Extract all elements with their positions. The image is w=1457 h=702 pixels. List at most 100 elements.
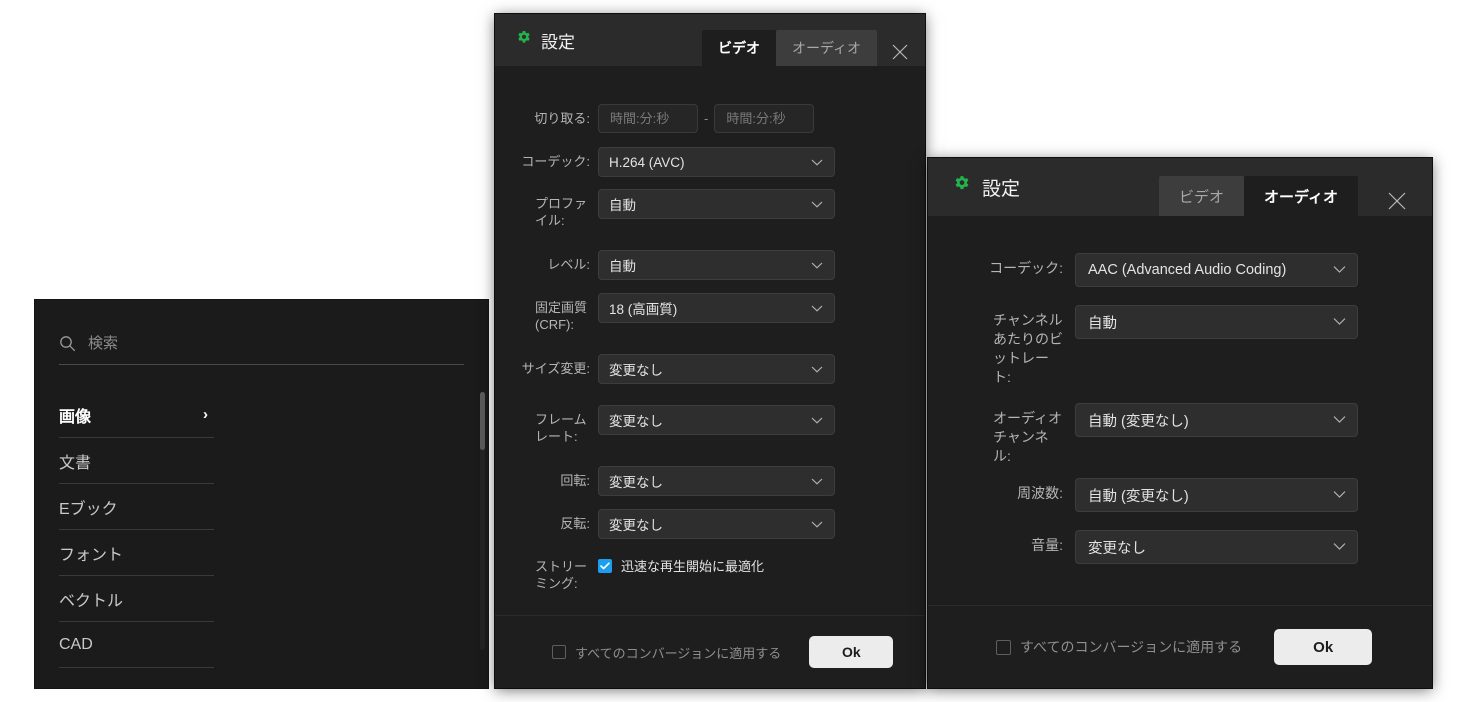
chevron-right-icon: › xyxy=(203,406,208,423)
chevron-down-icon xyxy=(1333,487,1346,503)
field-profile: プロファイル: 自動 xyxy=(495,189,925,229)
apply-all-checkbox-row[interactable]: すべてのコンバージョンに適用する xyxy=(552,643,781,662)
category-label: フォント xyxy=(59,546,124,564)
chevron-down-icon xyxy=(811,301,823,316)
search-bar[interactable] xyxy=(59,322,464,365)
scrollbar-thumb[interactable] xyxy=(480,392,485,450)
tab-video[interactable]: ビデオ xyxy=(701,30,776,66)
field-trim: 切り取る: - xyxy=(495,104,925,133)
format-selector-panel: 画像 › 文書 Eブック フォント ベクトル CAD PNG JPEG SVG xyxy=(35,300,488,688)
chevron-down-icon xyxy=(811,197,823,212)
rotate-select[interactable]: 変更なし xyxy=(598,466,835,496)
chevron-down-icon xyxy=(811,362,823,377)
search-input[interactable] xyxy=(88,334,464,352)
field-label-crf: 固定画質 (CRF): xyxy=(535,300,588,332)
apply-all-label: すべてのコンバージョンに適用する xyxy=(1020,639,1243,655)
apply-all-checkbox-row[interactable]: すべてのコンバージョンに適用する xyxy=(996,637,1242,657)
category-label: ベクトル xyxy=(59,592,124,610)
bitrate-select[interactable]: 自動 xyxy=(1075,305,1358,339)
format-grid-scrollbar[interactable] xyxy=(480,392,485,650)
streaming-checkbox-label: 迅速な再生開始に最適化 xyxy=(621,559,765,574)
level-select[interactable]: 自動 xyxy=(598,250,835,280)
category-item-ebooks[interactable]: Eブック xyxy=(59,484,214,530)
apply-all-checkbox[interactable] xyxy=(996,639,1011,655)
profile-select-value: 自動 xyxy=(609,198,636,213)
audio-codec-select-value: AAC (Advanced Audio Coding) xyxy=(1088,262,1287,278)
framerate-select-value: 変更なし xyxy=(609,414,663,429)
field-bitrate: チャンネルあたりのビットレート: 自動 xyxy=(928,305,1432,387)
category-list: 画像 › 文書 Eブック フォント ベクトル CAD xyxy=(59,392,214,668)
volume-select[interactable]: 変更なし xyxy=(1075,530,1358,564)
field-label-trim: 切り取る: xyxy=(534,111,590,126)
resize-select[interactable]: 変更なし xyxy=(598,354,835,384)
chevron-down-icon xyxy=(811,258,823,273)
framerate-select[interactable]: 変更なし xyxy=(598,405,835,435)
codec-select-value: H.264 (AVC) xyxy=(609,154,685,170)
streaming-checkbox[interactable] xyxy=(598,558,612,573)
codec-select[interactable]: H.264 (AVC) xyxy=(598,147,835,177)
field-crf: 固定画質 (CRF): 18 (高画質) xyxy=(495,293,925,333)
field-label-rotate: 回転: xyxy=(560,473,590,488)
chevron-down-icon xyxy=(811,413,823,428)
level-select-value: 自動 xyxy=(609,259,636,274)
field-label-flip: 反転: xyxy=(560,516,590,531)
field-label-codec: コーデック: xyxy=(521,154,590,169)
trim-end-input[interactable] xyxy=(714,104,815,133)
tab-audio[interactable]: オーディオ xyxy=(1244,176,1358,216)
apply-all-checkbox[interactable] xyxy=(552,645,566,659)
category-item-fonts[interactable]: フォント xyxy=(59,530,214,576)
video-dialog-header: 設定 ビデオ オーディオ xyxy=(495,14,925,66)
gear-icon xyxy=(516,30,532,51)
rotate-select-value: 変更なし xyxy=(609,475,663,490)
audio-dialog-header: 設定 ビデオ オーディオ xyxy=(928,158,1432,216)
video-dialog-footer: すべてのコンバージョンに適用する Ok xyxy=(495,615,925,688)
chevron-down-icon xyxy=(1333,262,1346,278)
ok-button[interactable]: Ok xyxy=(1274,629,1373,665)
field-label-volume: 音量: xyxy=(1031,537,1063,553)
audio-settings-dialog: 設定 ビデオ オーディオ コーデック: AAC (Advanced Audio … xyxy=(928,158,1432,688)
apply-all-label: すべてのコンバージョンに適用する xyxy=(575,645,782,661)
audio-codec-select[interactable]: AAC (Advanced Audio Coding) xyxy=(1075,253,1358,287)
field-label-level: レベル: xyxy=(547,257,590,272)
category-item-documents[interactable]: 文書 xyxy=(59,438,214,484)
flip-select-value: 変更なし xyxy=(609,518,663,533)
field-resize: サイズ変更: 変更なし xyxy=(495,354,925,384)
field-volume: 音量: 変更なし xyxy=(928,530,1432,564)
chevron-down-icon xyxy=(811,517,823,532)
screen-root: 画像 › 文書 Eブック フォント ベクトル CAD PNG JPEG SVG xyxy=(0,0,1457,702)
volume-select-value: 変更なし xyxy=(1088,540,1146,557)
field-audio-codec: コーデック: AAC (Advanced Audio Coding) xyxy=(928,253,1432,287)
profile-select[interactable]: 自動 xyxy=(598,189,835,219)
chevron-down-icon xyxy=(811,474,823,489)
category-label: 画像 xyxy=(59,408,92,426)
close-icon xyxy=(1385,189,1409,218)
field-level: レベル: 自動 xyxy=(495,250,925,280)
crf-select[interactable]: 18 (高画質) xyxy=(598,293,835,323)
field-codec: コーデック: H.264 (AVC) xyxy=(495,147,925,177)
streaming-checkbox-row[interactable]: 迅速な再生開始に最適化 xyxy=(598,552,764,575)
audio-dialog-tabs: ビデオ オーディオ xyxy=(1159,158,1358,216)
audio-dialog-footer: すべてのコンバージョンに適用する Ok xyxy=(928,605,1432,688)
crf-select-value: 18 (高画質) xyxy=(609,302,678,317)
close-button[interactable] xyxy=(1380,186,1414,220)
ok-button[interactable]: Ok xyxy=(809,636,894,668)
dialog-title-text: 設定 xyxy=(541,32,575,52)
field-label-profile: プロファイル: xyxy=(535,196,588,228)
audio-channels-select-value: 自動 (変更なし) xyxy=(1088,413,1189,430)
tab-video[interactable]: ビデオ xyxy=(1159,176,1245,216)
category-item-images[interactable]: 画像 › xyxy=(59,392,214,438)
field-label-framerate: フレームレート: xyxy=(535,412,587,444)
close-button[interactable] xyxy=(885,39,915,69)
trim-start-input[interactable] xyxy=(598,104,698,133)
frequency-select[interactable]: 自動 (変更なし) xyxy=(1075,478,1358,512)
video-dialog-tabs: ビデオ オーディオ xyxy=(701,14,877,66)
flip-select[interactable]: 変更なし xyxy=(598,509,835,539)
category-label: CAD xyxy=(59,635,93,653)
audio-channels-select[interactable]: 自動 (変更なし) xyxy=(1075,403,1358,437)
category-item-vector[interactable]: ベクトル xyxy=(59,576,214,622)
category-item-cad[interactable]: CAD xyxy=(59,622,214,668)
field-audio-channels: オーディオチャンネル: 自動 (変更なし) xyxy=(928,403,1432,466)
video-settings-dialog: 設定 ビデオ オーディオ 切り取る: - xyxy=(495,14,925,688)
tab-audio[interactable]: オーディオ xyxy=(775,30,877,66)
audio-dialog-title: 設定 xyxy=(928,174,1020,201)
